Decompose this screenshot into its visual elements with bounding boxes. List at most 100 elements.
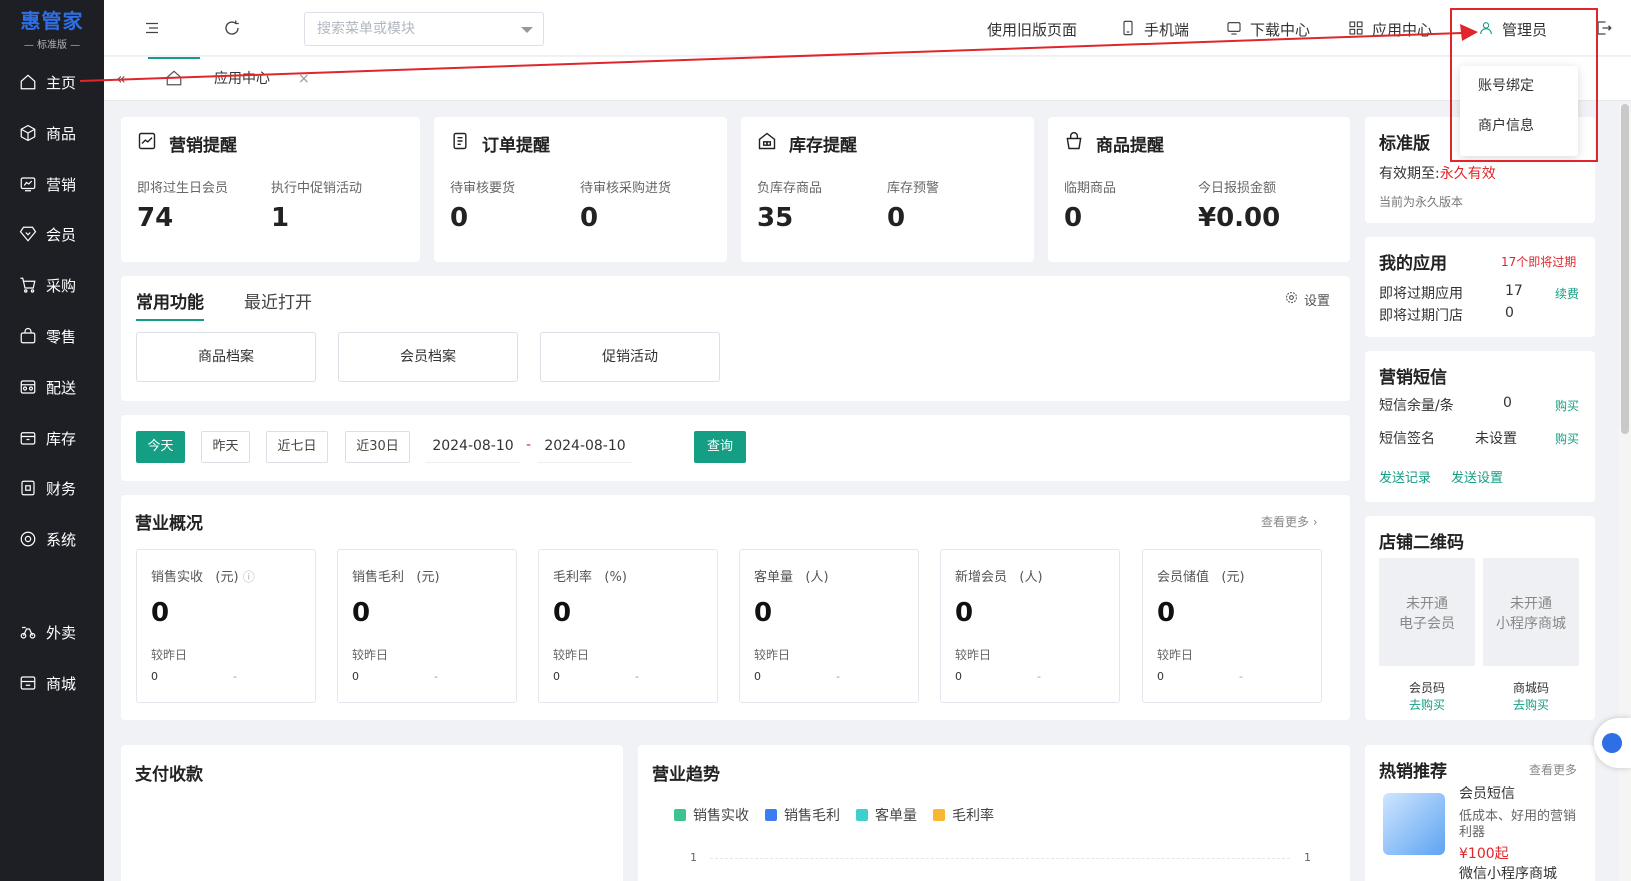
home-icon xyxy=(18,72,38,92)
reminder-value[interactable]: 0 xyxy=(450,203,468,233)
member-archive-button[interactable]: 会员档案 xyxy=(338,332,518,382)
send-settings-link[interactable]: 发送设置 xyxy=(1451,467,1503,486)
sidebar-item-finance[interactable]: 财务 xyxy=(0,468,104,508)
metric-card: 会员储值 (元) 0 较昨日 0 - xyxy=(1142,549,1322,703)
renew-link[interactable]: 续费 xyxy=(1555,285,1579,302)
tab-app-center[interactable]: 应用中心 xyxy=(214,57,270,101)
reminder-value[interactable]: 74 xyxy=(137,203,173,233)
compare-delta: - xyxy=(1037,670,1041,683)
metric-name: 会员储值 xyxy=(1157,570,1210,585)
old-page-link[interactable]: 使用旧版页面 xyxy=(987,19,1077,40)
expiring-stores-value: 0 xyxy=(1505,305,1514,321)
reminder-value[interactable]: ¥0.00 xyxy=(1198,203,1280,233)
end-date-input[interactable]: 2024-08-10 xyxy=(538,431,632,463)
sms-product-image[interactable] xyxy=(1383,793,1445,855)
promotion-button[interactable]: 促销活动 xyxy=(540,332,720,382)
send-records-link[interactable]: 发送记录 xyxy=(1379,467,1431,486)
sidebar-item-home[interactable]: 主页 xyxy=(0,62,104,102)
view-more-link[interactable]: 查看更多 › xyxy=(1261,513,1318,530)
last-7-days-button[interactable]: 近七日 xyxy=(266,431,328,463)
legend-item[interactable]: 销售实收 xyxy=(674,805,749,825)
mobile-link[interactable]: 手机端 xyxy=(1120,19,1189,40)
hot-item-title[interactable]: 微信小程序商城 xyxy=(1459,863,1557,881)
assistant-float-button[interactable] xyxy=(1594,718,1631,768)
tab-common-functions[interactable]: 常用功能 xyxy=(136,288,204,321)
hot-more-link[interactable]: 查看更多 xyxy=(1529,761,1577,778)
grid-line xyxy=(710,858,1290,859)
start-date-input[interactable]: 2024-08-10 xyxy=(426,431,520,463)
sidebar-item-goods[interactable]: 商品 xyxy=(0,113,104,153)
sidebar-item-system[interactable]: 系统 xyxy=(0,519,104,559)
refresh-icon[interactable] xyxy=(222,18,242,38)
reminder-title: 营销提醒 xyxy=(137,131,237,156)
sidebar-item-label: 配送 xyxy=(46,378,77,397)
compare-label: 较昨日 xyxy=(955,648,992,662)
legend-item[interactable]: 毛利率 xyxy=(933,805,994,825)
qr-line: 未开通 xyxy=(1406,596,1448,612)
sidebar-item-inventory[interactable]: 库存 xyxy=(0,418,104,458)
metric-value: 0 xyxy=(151,598,170,628)
hot-item-title[interactable]: 会员短信 xyxy=(1459,783,1515,803)
expiring-badge[interactable]: 17个即将过期 xyxy=(1501,253,1576,270)
chevron-down-icon xyxy=(521,27,533,33)
y-axis-right-tick: 1 xyxy=(1304,851,1311,864)
tab-home[interactable] xyxy=(148,57,200,101)
my-apps-title: 我的应用 xyxy=(1379,254,1447,274)
buy-signature-link[interactable]: 购买 xyxy=(1555,430,1579,447)
settings-button[interactable]: 设置 xyxy=(1284,290,1330,309)
today-button[interactable]: 今天 xyxy=(136,431,185,463)
sidebar-item-label: 外卖 xyxy=(46,623,77,642)
reminder-label: 即将过生日会员 xyxy=(137,181,229,196)
reminder-value[interactable]: 35 xyxy=(757,203,793,233)
legend-swatch xyxy=(856,809,868,821)
truck-icon xyxy=(18,377,38,397)
search-placeholder: 搜索菜单或模块 xyxy=(317,21,415,37)
sidebar-item-takeaway[interactable]: 外卖 xyxy=(0,612,104,652)
reminder-label: 负库存商品 xyxy=(757,181,823,196)
sidebar-item-marketing[interactable]: 营销 xyxy=(0,164,104,204)
metric-label: 销售实收 (元) ⓘ xyxy=(151,566,255,585)
sidebar-item-delivery[interactable]: 配送 xyxy=(0,367,104,407)
metric-label: 毛利率 (%) xyxy=(553,566,627,585)
app-center-label: 应用中心 xyxy=(1372,21,1433,39)
member-code-buy-link[interactable]: 去购买 xyxy=(1379,697,1475,714)
help-icon[interactable]: ⓘ xyxy=(243,570,255,584)
metric-unit: (元) xyxy=(416,570,440,585)
reminder-value[interactable]: 1 xyxy=(271,203,289,233)
yesterday-button[interactable]: 昨天 xyxy=(201,431,250,463)
scrollbar-thumb[interactable] xyxy=(1621,104,1629,434)
sidebar-item-retail[interactable]: 零售 xyxy=(0,316,104,356)
query-button[interactable]: 查询 xyxy=(694,431,746,463)
buy-sms-link[interactable]: 购买 xyxy=(1555,397,1579,414)
search-input[interactable]: 搜索菜单或模块 xyxy=(304,12,544,46)
reminder-value[interactable]: 0 xyxy=(887,203,905,233)
download-center-link[interactable]: 下载中心 xyxy=(1226,19,1310,40)
sidebar-item-label: 主页 xyxy=(46,73,77,92)
collapse-tabs-icon[interactable]: « xyxy=(116,69,126,88)
reminder-label: 待审核采购进货 xyxy=(580,181,672,196)
qr-line: 小程序商城 xyxy=(1496,616,1566,632)
mall-code-buy-link[interactable]: 去购买 xyxy=(1483,697,1579,714)
reminder-value[interactable]: 0 xyxy=(580,203,598,233)
apps-grid-icon xyxy=(1348,20,1372,40)
sidebar-item-mall[interactable]: 商城 xyxy=(0,663,104,703)
tab-recently-opened[interactable]: 最近打开 xyxy=(244,288,312,313)
close-icon[interactable]: × xyxy=(298,57,310,101)
compare-delta: - xyxy=(1239,670,1243,683)
app-center-link[interactable]: 应用中心 xyxy=(1348,19,1432,40)
reminder-title: 订单提醒 xyxy=(450,131,550,156)
sidebar-item-member[interactable]: 会员 xyxy=(0,214,104,254)
metric-unit: (人) xyxy=(805,570,829,585)
sidebar-item-purchase[interactable]: 采购 xyxy=(0,265,104,305)
download-label: 下载中心 xyxy=(1250,21,1311,39)
settings-icon xyxy=(18,529,38,549)
reminder-value[interactable]: 0 xyxy=(1064,203,1082,233)
menu-toggle-icon[interactable] xyxy=(142,18,162,38)
metric-value: 0 xyxy=(553,598,572,628)
sidebar-item-label: 零售 xyxy=(46,327,77,346)
legend-item[interactable]: 销售毛利 xyxy=(765,805,840,825)
document-icon xyxy=(450,131,482,156)
last-30-days-button[interactable]: 近30日 xyxy=(345,431,410,463)
goods-archive-button[interactable]: 商品档案 xyxy=(136,332,316,382)
legend-item[interactable]: 客单量 xyxy=(856,805,917,825)
